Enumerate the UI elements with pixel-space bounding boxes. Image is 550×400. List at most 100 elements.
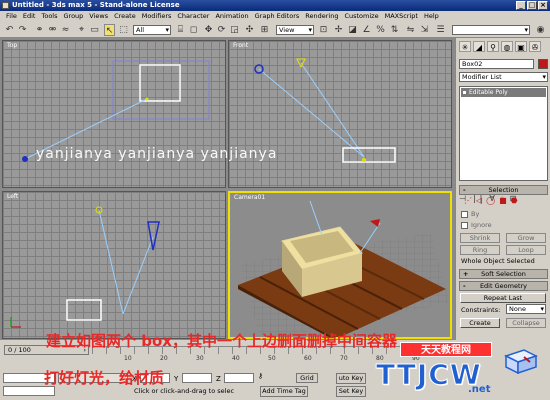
select-and-manipulate-icon[interactable]: ✣ xyxy=(244,24,255,36)
menu-maxscript[interactable]: MAXScript xyxy=(382,11,421,22)
collapse-button[interactable]: Collapse xyxy=(506,318,546,328)
camera-view-render xyxy=(238,200,450,337)
display-tab-icon[interactable]: ▣ xyxy=(515,41,527,52)
percent-snap-icon[interactable]: % xyxy=(375,24,386,36)
menu-character[interactable]: Character xyxy=(174,11,212,22)
angle-snap-icon[interactable]: ∠ xyxy=(361,24,372,36)
command-panel: ✳ ◢ ⚲ ◍ ▣ ✇ Box02 Modifier List Editable… xyxy=(455,38,550,340)
key-mode-icon[interactable]: ⚷ xyxy=(258,372,263,380)
selection-filter-dropdown[interactable]: All xyxy=(133,25,171,35)
loop-button[interactable]: Loop xyxy=(506,245,546,255)
constraints-dropdown[interactable]: None xyxy=(506,304,546,314)
unlink-icon[interactable]: ⚮ xyxy=(47,24,58,36)
add-time-tag-button[interactable]: Add Time Tag xyxy=(260,386,308,397)
logo-main-text: TTJCW xyxy=(376,358,482,392)
element-level-icon[interactable]: ⬣ xyxy=(511,196,518,205)
menu-edit[interactable]: Edit xyxy=(20,11,39,22)
menu-animation[interactable]: Animation xyxy=(212,11,251,22)
motion-tab-icon[interactable]: ◍ xyxy=(501,41,513,52)
border-level-icon[interactable]: ◯ xyxy=(486,196,495,205)
pivot-center-icon[interactable]: ⊡ xyxy=(318,24,329,36)
viewport-left[interactable]: Left xyxy=(2,191,226,339)
polygon-level-icon[interactable]: ■ xyxy=(499,196,507,205)
repeat-last-button[interactable]: Repeat Last xyxy=(460,293,546,303)
named-selection-dropdown[interactable] xyxy=(452,25,530,35)
object-color-swatch[interactable] xyxy=(538,59,548,69)
menu-customize[interactable]: Customize xyxy=(341,11,381,22)
selection-rollout[interactable]: - Selection xyxy=(459,185,548,195)
select-by-name-icon[interactable]: ⌸ xyxy=(175,24,186,36)
window-title: Untitled - 3ds max 5 - Stand-alone Licen… xyxy=(12,1,180,9)
modify-tab-icon[interactable]: ◢ xyxy=(473,41,485,52)
maximize-button[interactable]: □ xyxy=(527,1,537,10)
front-view-drawing xyxy=(254,58,396,163)
menu-group[interactable]: Group xyxy=(61,11,87,22)
viewport-top[interactable]: Top xyxy=(2,40,226,188)
stack-item-editable-poly[interactable]: Editable Poly xyxy=(461,88,546,97)
grid-setting[interactable]: Grid xyxy=(296,373,318,383)
frame-display: 0 / 100 xyxy=(8,346,31,354)
minimize-button[interactable]: _ xyxy=(516,1,526,10)
bind-space-warp-icon[interactable]: ≈ xyxy=(60,24,71,36)
ring-button[interactable]: Ring xyxy=(460,245,500,255)
undo-icon[interactable]: ↶ xyxy=(4,24,15,36)
mirror-icon[interactable]: ⇋ xyxy=(405,24,416,36)
ignore-backfacing-checkbox[interactable]: Ignore xyxy=(461,221,492,229)
named-selection-icon[interactable]: ☰ xyxy=(435,24,446,36)
select-and-scale-icon[interactable]: ◲ xyxy=(229,24,240,36)
hierarchy-tab-icon[interactable]: ⚲ xyxy=(487,41,499,52)
menu-modifiers[interactable]: Modifiers xyxy=(139,11,175,22)
y-coord-label: Y xyxy=(174,375,179,383)
menu-file[interactable]: File xyxy=(3,11,20,22)
y-coord-field[interactable] xyxy=(182,373,212,383)
select-object-icon[interactable]: ▭ xyxy=(89,24,100,36)
menu-help[interactable]: Help xyxy=(421,11,442,22)
create-tab-icon[interactable]: ✳ xyxy=(459,41,471,52)
constraints-label: Constraints: xyxy=(461,306,501,314)
select-region-icon[interactable]: ⬚ xyxy=(118,24,129,36)
link-icon[interactable]: ⚭ xyxy=(34,24,45,36)
vertex-level-icon[interactable]: ⋰ xyxy=(464,196,472,205)
soft-selection-rollout[interactable]: + Soft Selection xyxy=(459,269,548,279)
grow-button[interactable]: Grow xyxy=(506,233,546,243)
set-key-button[interactable]: Set Key xyxy=(336,386,366,397)
utilities-tab-icon[interactable]: ✇ xyxy=(529,41,541,52)
spinner-snap-icon[interactable]: ⇅ xyxy=(389,24,400,36)
shrink-button[interactable]: Shrink xyxy=(460,233,500,243)
edit-geometry-rollout[interactable]: - Edit Geometry xyxy=(459,281,548,291)
align-icon[interactable]: ⇲ xyxy=(419,24,430,36)
select-and-move-icon[interactable]: ✥ xyxy=(203,24,214,36)
menu-create[interactable]: Create xyxy=(111,11,139,22)
site-logo: 天天教程网 TTJCW .net xyxy=(372,340,546,398)
select-and-rotate-icon[interactable]: ⟳ xyxy=(216,24,227,36)
snap-toggle-icon[interactable]: ◪ xyxy=(347,24,358,36)
logo-top-text: 天天教程网 xyxy=(400,342,492,357)
logo-sub-text: .net xyxy=(468,384,491,395)
tick-label: 10 xyxy=(124,355,132,362)
select-region-shape-icon[interactable]: ◻ xyxy=(188,24,199,36)
render-icon[interactable]: ◉ xyxy=(535,24,546,36)
edge-level-icon[interactable]: ◁ xyxy=(476,196,482,205)
select-and-link-icon[interactable]: ✢ xyxy=(333,24,344,36)
menu-views[interactable]: Views xyxy=(86,11,111,22)
select-pointer-icon[interactable]: ↖ xyxy=(104,24,115,36)
auto-key-button[interactable]: uto Key xyxy=(336,373,366,384)
viewport-area: Top Front Left Camera01 yanjianya yanjia… xyxy=(0,38,455,340)
close-button[interactable]: × xyxy=(538,1,548,10)
select-filter-icon[interactable]: ⌖ xyxy=(76,24,87,36)
viewport-camera[interactable]: Camera01 xyxy=(228,191,452,339)
tick-label: 40 xyxy=(232,355,240,362)
redo-icon[interactable]: ↷ xyxy=(17,24,28,36)
modifier-list-dropdown[interactable]: Modifier List xyxy=(459,72,548,82)
viewport-front[interactable]: Front xyxy=(228,40,452,188)
menu-rendering[interactable]: Rendering xyxy=(302,11,341,22)
menu-tools[interactable]: Tools xyxy=(38,11,60,22)
create-button[interactable]: Create xyxy=(460,318,500,328)
by-vertex-checkbox[interactable]: By xyxy=(461,210,479,218)
menu-graph-editors[interactable]: Graph Editors xyxy=(252,11,303,22)
coordinate-system-dropdown[interactable]: View xyxy=(276,25,314,35)
object-name-field[interactable]: Box02 xyxy=(459,59,534,69)
z-coord-field[interactable] xyxy=(224,373,254,383)
coordinate-system-icon[interactable]: ⊞ xyxy=(259,24,270,36)
logo-box-icon xyxy=(504,349,538,374)
